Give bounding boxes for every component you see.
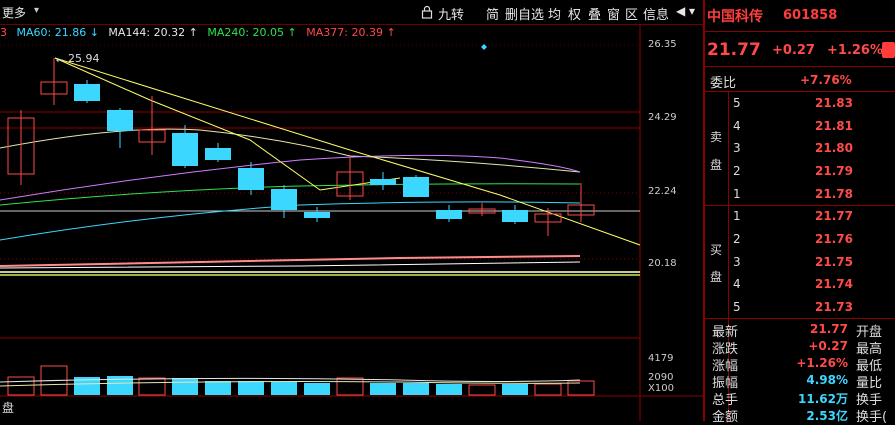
stat-label-turnover-2: 换手( [856, 410, 888, 425]
candle [107, 108, 133, 148]
buy-level: 3 [733, 255, 741, 269]
y-tick: 24.29 [648, 112, 677, 123]
stat-value-change-pct: +1.26% [796, 356, 848, 370]
buy-side-label: 盘 [710, 270, 723, 284]
sell-price[interactable]: 21.80 [815, 141, 853, 155]
volume-tick: 4179 [648, 353, 674, 364]
kline-chart[interactable] [0, 0, 703, 421]
volume-tick: 2090 [648, 372, 674, 383]
buy-level: 5 [733, 300, 741, 314]
sell-level: 3 [733, 141, 741, 155]
buy-price[interactable]: 21.77 [815, 209, 853, 223]
y-tick: 26.35 [648, 39, 677, 50]
y-tick: 22.24 [648, 186, 677, 197]
stat-value-total-volume: 11.62万 [798, 392, 848, 406]
candle [468, 203, 496, 216]
event-marker-icon [481, 44, 487, 50]
candle [7, 110, 35, 185]
sell-level: 1 [733, 187, 741, 201]
high-price-label: 25.94 [68, 52, 100, 65]
stat-value-latest: 21.77 [810, 322, 848, 336]
order-ratio-value: +7.76% [800, 73, 852, 87]
candle [403, 175, 429, 197]
volume-bars [7, 365, 595, 396]
sell-price[interactable]: 21.81 [815, 119, 853, 133]
candle [74, 80, 100, 103]
buy-price[interactable]: 21.74 [815, 277, 853, 291]
trend-line-b [54, 57, 641, 246]
sell-level: 2 [733, 164, 741, 178]
candlesticks [7, 58, 595, 236]
stat-value-amount: 2.53亿 [806, 409, 848, 423]
stat-value-change: +0.27 [808, 339, 848, 353]
candle [370, 172, 396, 190]
current-price: 21.77 [707, 40, 761, 60]
sell-price[interactable]: 21.78 [815, 187, 853, 201]
candle [205, 143, 231, 162]
sell-price[interactable]: 21.79 [815, 164, 853, 178]
stat-value-amplitude: 4.98% [806, 373, 848, 387]
trend-line-a [54, 57, 401, 191]
high-price-arrow-icon: ← [56, 56, 64, 66]
candle [304, 207, 330, 222]
candle [238, 162, 264, 195]
volume-unit: X100 [648, 383, 674, 394]
stock-code: 601858 [783, 8, 838, 23]
y-tick: 20.18 [648, 258, 677, 269]
order-ratio-label: 委比 [710, 76, 737, 91]
price-change: +0.27 [772, 43, 815, 58]
buy-price[interactable]: 21.73 [815, 300, 853, 314]
candle [172, 125, 198, 168]
buy-level: 1 [733, 209, 741, 223]
buy-price[interactable]: 21.76 [815, 232, 853, 246]
price-change-percent: +1.26% [827, 43, 883, 58]
sell-side-label: 盘 [710, 158, 723, 172]
buy-price[interactable]: 21.75 [815, 255, 853, 269]
sell-level: 5 [733, 96, 741, 110]
alert-badge[interactable] [882, 42, 895, 58]
candle [534, 208, 562, 236]
ma377-line [0, 255, 581, 267]
stat-label-amount: 金额 [712, 410, 739, 425]
stock-name: 中国科传 [707, 9, 763, 25]
ma-band-1 [0, 271, 640, 273]
buy-side-label: 买 [710, 243, 723, 257]
bottom-tab-label[interactable]: 盘 [2, 399, 14, 416]
ma-yellow-curve [0, 128, 581, 173]
buy-level: 2 [733, 232, 741, 246]
sell-level: 4 [733, 119, 741, 133]
sell-price[interactable]: 21.83 [815, 96, 853, 110]
ma-band-2 [0, 274, 640, 276]
candle [502, 205, 528, 224]
candle [436, 205, 462, 222]
candle [271, 185, 297, 218]
sell-side-label: 卖 [710, 130, 723, 144]
buy-level: 4 [733, 277, 741, 291]
